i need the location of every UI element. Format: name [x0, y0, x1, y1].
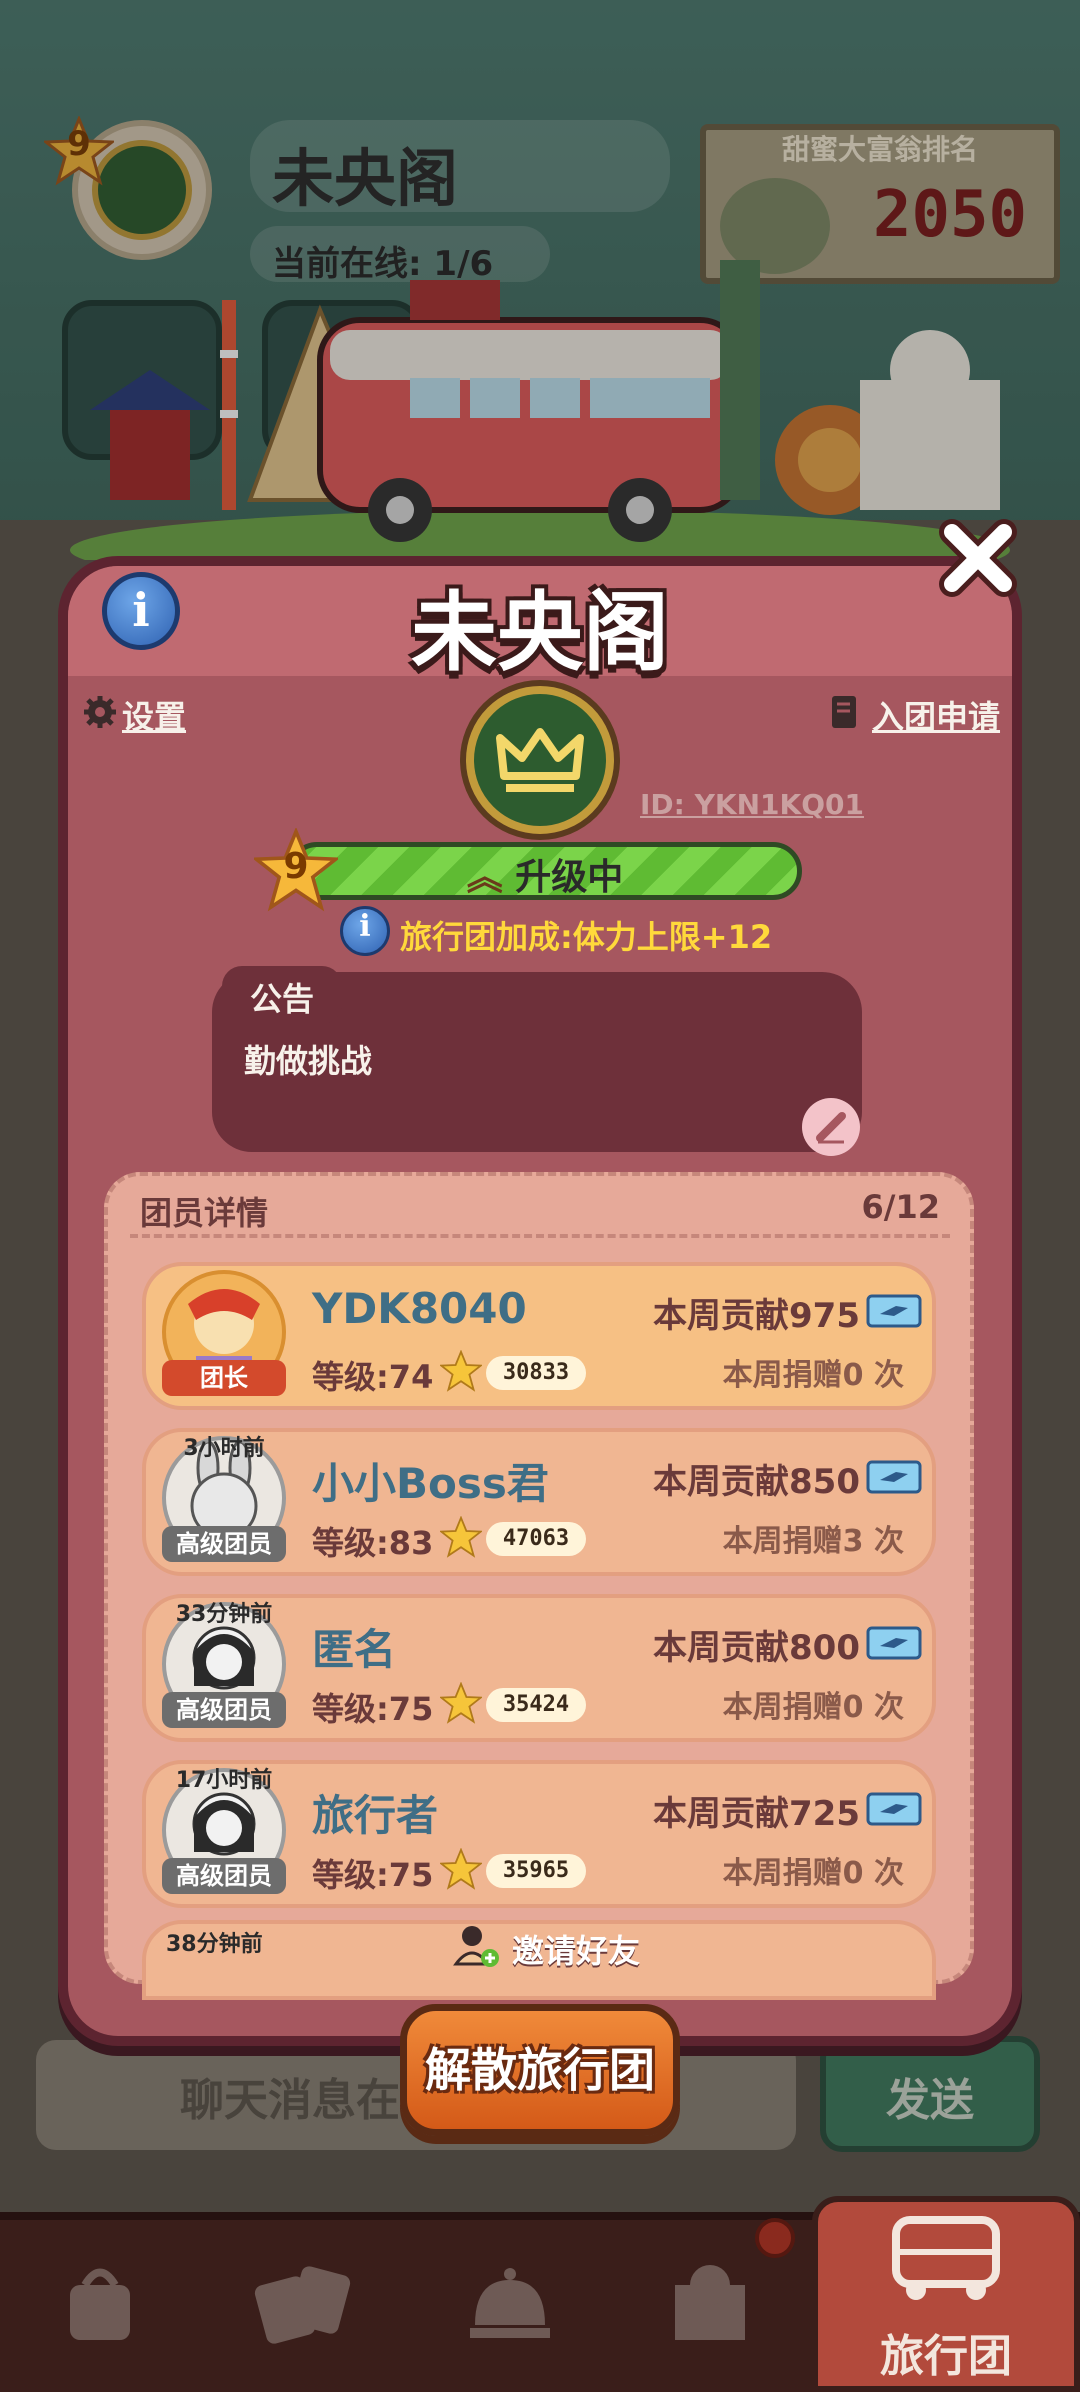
member-score: 30833: [502, 1360, 570, 1385]
role-tag: 高级团员: [162, 1526, 286, 1562]
close-icon: [939, 519, 1017, 597]
invite-friends-button[interactable]: 邀请好友: [512, 1926, 640, 1972]
member-level: 等级:75: [312, 1856, 434, 1894]
guild-crown-badge: [466, 686, 614, 834]
members-divider: [130, 1234, 950, 1238]
weekly-contribution: 本周贡献725: [653, 1794, 860, 1834]
notification-dot: [755, 2218, 795, 2258]
role-tag: 高级团员: [162, 1692, 286, 1728]
star-icon: [438, 1847, 484, 1890]
guild-bonus: 旅行团加成:体力上限+12: [400, 918, 773, 956]
member-level: 等级:83: [312, 1524, 434, 1562]
application-form-icon: [828, 694, 864, 730]
settings-link[interactable]: 设置: [122, 692, 186, 738]
crown-icon: [496, 728, 584, 792]
guild-level: 9: [283, 846, 309, 887]
level-status: ︽ 升级中: [288, 848, 802, 900]
map-pin-icon[interactable]: [650, 2240, 800, 2360]
pencil-icon: [816, 1112, 846, 1144]
member-name: 旅行者: [312, 1791, 439, 1840]
role-tag: 团长: [162, 1360, 286, 1396]
ticket-icon: [866, 1460, 922, 1494]
member-level: 等级:74: [312, 1358, 434, 1396]
weekly-donations: 本周捐赠0 次: [722, 1856, 904, 1891]
ticket-icon: [866, 1792, 922, 1826]
members-label: 团员详情: [140, 1194, 269, 1232]
member-name: YDK8040: [312, 1284, 527, 1333]
cards-icon[interactable]: [240, 2240, 390, 2360]
last-online-time: 3小时前: [183, 1436, 265, 1461]
weekly-donations: 本周捐赠0 次: [722, 1358, 904, 1393]
star-icon: [438, 1349, 484, 1392]
last-online-time: 17小时前: [175, 1768, 273, 1793]
member-score: 47063: [502, 1526, 570, 1551]
weekly-donations: 本周捐赠3 次: [722, 1524, 904, 1559]
member-level: 等级:75: [312, 1690, 434, 1728]
close-button[interactable]: [930, 510, 1026, 606]
level-status-text: 升级中: [515, 857, 624, 898]
star-icon: [438, 1681, 484, 1724]
weekly-contribution: 本周贡献800: [653, 1628, 860, 1668]
star-icon: [438, 1515, 484, 1558]
weekly-contribution: 本周贡献975: [653, 1296, 860, 1336]
bonus-info-button[interactable]: i: [340, 906, 390, 956]
service-bell-icon[interactable]: [450, 2240, 600, 2360]
info-button[interactable]: i: [102, 572, 180, 650]
member-score: 35424: [502, 1692, 570, 1717]
info-icon: i: [359, 909, 371, 944]
last-online-time: 33分钟前: [175, 1602, 273, 1627]
weekly-donations: 本周捐赠0 次: [722, 1690, 904, 1725]
gear-icon: [82, 694, 118, 730]
disband-group-label: 解散旅行团: [425, 2043, 655, 2097]
nav-tab-travel-group-label: 旅行团: [880, 2331, 1012, 2382]
member-name: 匿名: [312, 1625, 397, 1674]
role-tag: 高级团员: [162, 1858, 286, 1894]
members-count: 6/12: [861, 1188, 940, 1226]
last-online-time: 38分钟前: [166, 1932, 263, 1957]
join-requests-link[interactable]: 入团申请: [872, 692, 1000, 738]
notice-text: 勤做挑战: [244, 1042, 373, 1080]
guild-id[interactable]: ID: YKN1KQ01: [640, 788, 864, 821]
upgrade-chevron-icon: ︽: [466, 857, 516, 898]
ticket-icon: [866, 1294, 922, 1328]
member-name: 小小Boss君: [312, 1459, 549, 1508]
ticket-icon: [866, 1626, 922, 1660]
bus-icon: [892, 2216, 1000, 2300]
info-icon: i: [132, 583, 150, 637]
weekly-contribution: 本周贡献850: [653, 1462, 860, 1502]
invite-friend-icon[interactable]: [452, 1920, 502, 1970]
notice-label: 公告: [250, 980, 315, 1018]
shop-bag-icon[interactable]: [40, 2240, 190, 2360]
member-score: 35965: [502, 1858, 570, 1883]
edit-notice-button[interactable]: [802, 1098, 860, 1156]
